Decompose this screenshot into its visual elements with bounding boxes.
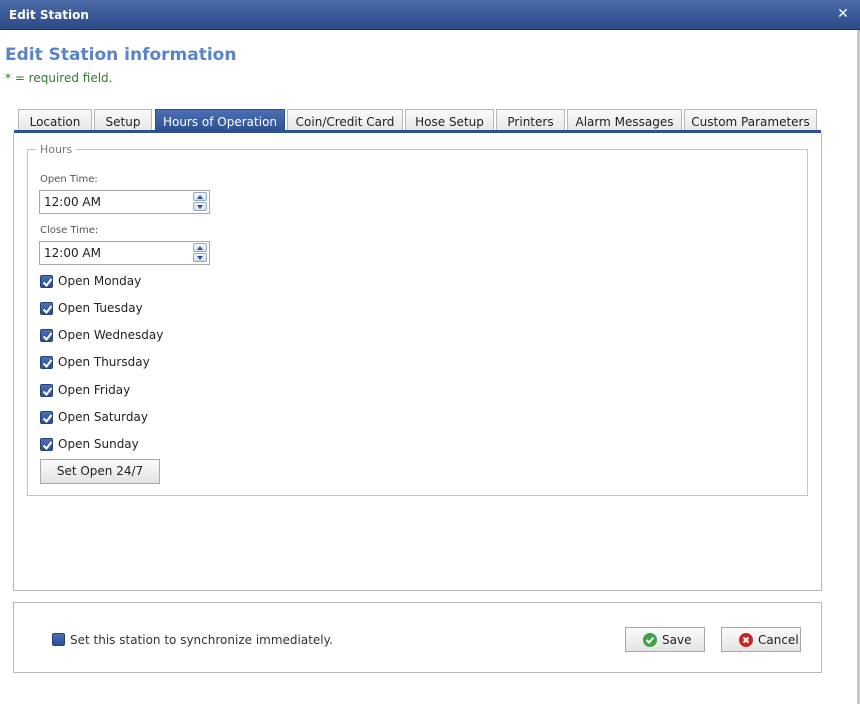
checkmark-icon[interactable] xyxy=(40,384,53,397)
tab-custom-parameters[interactable]: Custom Parameters xyxy=(684,109,817,132)
hours-legend: Hours xyxy=(36,143,77,156)
spin-up-icon[interactable] xyxy=(193,192,207,201)
cancel-circle-icon xyxy=(739,633,753,647)
tab-printers[interactable]: Printers xyxy=(496,109,565,132)
checkbox-label: Open Tuesday xyxy=(58,301,143,315)
set-open-24-7-button[interactable]: Set Open 24/7 xyxy=(40,459,160,484)
cancel-button[interactable]: Cancel xyxy=(721,627,801,652)
checkbox-label: Open Friday xyxy=(58,383,131,397)
close-time-value[interactable]: 12:00 AM xyxy=(44,246,101,260)
checkmark-icon[interactable] xyxy=(40,411,53,424)
tab-coin-credit-card[interactable]: Coin/Credit Card xyxy=(287,109,403,132)
checkbox-label: Open Monday xyxy=(58,274,142,288)
window-title: Edit Station xyxy=(9,8,89,22)
checkmark-icon[interactable] xyxy=(40,302,53,315)
checkmark-icon[interactable] xyxy=(40,356,53,369)
save-button[interactable]: Save xyxy=(625,627,705,652)
sync-checkbox[interactable] xyxy=(52,633,65,646)
open-time-value[interactable]: 12:00 AM xyxy=(44,195,101,209)
checkmark-icon[interactable] xyxy=(40,329,53,342)
open-time-spinner[interactable]: 12:00 AM xyxy=(39,190,210,214)
close-time-spinner[interactable]: 12:00 AM xyxy=(39,241,210,265)
required-note: * = required field. xyxy=(5,71,113,85)
tab-hose-setup[interactable]: Hose Setup xyxy=(405,109,494,132)
cancel-label: Cancel xyxy=(758,633,799,647)
checkbox-label: Open Thursday xyxy=(58,355,150,369)
sync-label: Set this station to synchronize immediat… xyxy=(70,633,333,647)
checkmark-icon[interactable] xyxy=(40,275,53,288)
tab-setup[interactable]: Setup xyxy=(94,109,152,132)
checkbox-label: Open Wednesday xyxy=(58,328,164,342)
spin-down-icon[interactable] xyxy=(193,202,207,211)
close-time-label: Close Time: xyxy=(40,225,99,236)
tab-hours-of-operation[interactable]: Hours of Operation xyxy=(155,109,285,132)
checkbox-label: Open Saturday xyxy=(58,410,148,424)
tab-alarm-messages[interactable]: Alarm Messages xyxy=(567,109,682,132)
open-time-label: Open Time: xyxy=(40,174,98,185)
close-icon[interactable]: ✕ xyxy=(836,7,850,21)
checkmark-icon[interactable] xyxy=(40,438,53,451)
title-bar: Edit Station ✕ xyxy=(0,0,860,30)
spin-down-icon[interactable] xyxy=(193,253,207,262)
tab-location[interactable]: Location xyxy=(18,109,92,132)
save-label: Save xyxy=(662,633,692,647)
spin-up-icon[interactable] xyxy=(193,243,207,252)
page-title: Edit Station information xyxy=(5,45,237,65)
open-time-spin-buttons xyxy=(191,191,209,213)
check-circle-icon xyxy=(643,633,657,647)
close-time-spin-buttons xyxy=(191,242,209,264)
checkbox-label: Open Sunday xyxy=(58,437,139,451)
